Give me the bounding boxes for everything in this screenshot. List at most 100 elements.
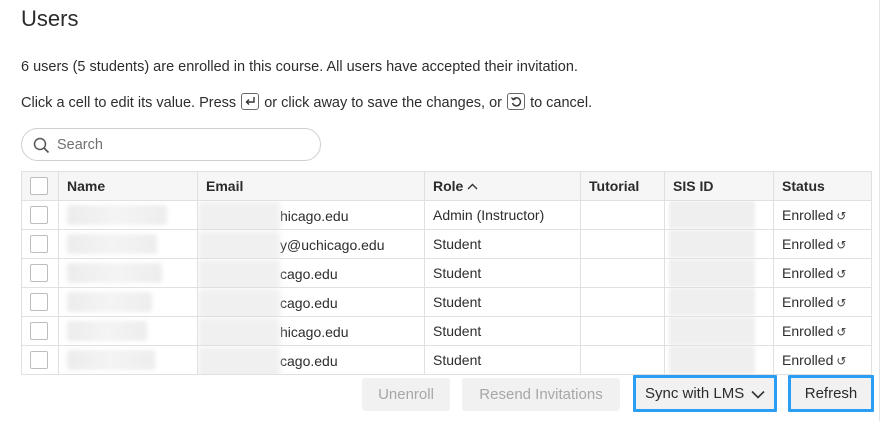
redacted-sis-id <box>669 346 755 374</box>
redacted-sis-id <box>669 259 755 287</box>
row-checkbox[interactable] <box>30 235 48 254</box>
redacted-email <box>198 230 280 258</box>
users-panel: Users 6 users (5 students) are enrolled … <box>0 0 880 421</box>
sync-status-icon: ↺ <box>836 354 847 368</box>
redacted-name <box>67 205 167 225</box>
name-cell[interactable] <box>58 258 198 288</box>
status-cell[interactable]: Enrolled ↺ <box>773 229 872 259</box>
sync-status-icon: ↺ <box>836 238 847 252</box>
search-input[interactable] <box>57 135 307 155</box>
sis-id-cell[interactable] <box>664 229 774 259</box>
role-cell[interactable]: Student <box>424 287 581 317</box>
column-header-name[interactable]: Name <box>58 171 198 201</box>
column-header-sis-id[interactable]: SIS ID <box>664 171 774 201</box>
name-cell[interactable] <box>58 316 198 346</box>
redacted-sis-id <box>669 201 755 229</box>
row-select-cell[interactable] <box>21 229 59 259</box>
email-value: hicago.edu <box>198 317 349 345</box>
role-cell[interactable]: Student <box>424 258 581 288</box>
email-cell[interactable]: y@uchicago.edu <box>197 229 425 259</box>
sync-with-lms-button[interactable]: Sync with LMS <box>633 375 777 412</box>
status-cell[interactable]: Enrolled ↺ <box>773 316 872 346</box>
name-cell[interactable] <box>58 200 198 230</box>
table-row[interactable]: cago.edu Student Enrolled ↺ <box>21 345 872 375</box>
email-value: cago.edu <box>198 346 338 374</box>
sis-id-cell[interactable] <box>664 316 774 346</box>
email-cell[interactable]: cago.edu <box>197 345 425 375</box>
row-select-cell[interactable] <box>21 316 59 346</box>
sync-with-lms-label: Sync with LMS <box>645 385 745 402</box>
select-all-cell[interactable] <box>21 171 59 201</box>
redacted-email <box>198 201 280 229</box>
redacted-name <box>67 292 152 312</box>
role-cell[interactable]: Student <box>424 345 581 375</box>
tutorial-cell[interactable] <box>580 200 665 230</box>
row-select-cell[interactable] <box>21 345 59 375</box>
table-header-row: Name Email Role Tutorial SIS ID Status <box>21 171 872 201</box>
row-checkbox[interactable] <box>30 264 48 283</box>
row-checkbox[interactable] <box>30 206 48 225</box>
table-row[interactable]: cago.edu Student Enrolled ↺ <box>21 287 872 317</box>
row-checkbox[interactable] <box>30 293 48 312</box>
tutorial-cell[interactable] <box>580 258 665 288</box>
row-select-cell[interactable] <box>21 200 59 230</box>
unenroll-button[interactable]: Unenroll <box>362 378 450 411</box>
role-cell[interactable]: Student <box>424 316 581 346</box>
redacted-name <box>67 321 147 341</box>
redacted-email <box>198 259 280 287</box>
refresh-button[interactable]: Refresh <box>788 375 874 412</box>
table-row[interactable]: hicago.edu Admin (Instructor) Enrolled ↺ <box>21 200 872 230</box>
name-cell[interactable] <box>58 287 198 317</box>
status-cell[interactable]: Enrolled ↺ <box>773 287 872 317</box>
tutorial-cell[interactable] <box>580 316 665 346</box>
name-cell[interactable] <box>58 345 198 375</box>
email-cell[interactable]: cago.edu <box>197 287 425 317</box>
email-value: cago.edu <box>198 288 338 316</box>
status-cell[interactable]: Enrolled ↺ <box>773 200 872 230</box>
email-cell[interactable]: hicago.edu <box>197 316 425 346</box>
row-select-cell[interactable] <box>21 258 59 288</box>
role-cell[interactable]: Student <box>424 229 581 259</box>
status-cell[interactable]: Enrolled ↺ <box>773 345 872 375</box>
sis-id-cell[interactable] <box>664 258 774 288</box>
sis-id-cell[interactable] <box>664 345 774 375</box>
sis-id-cell[interactable] <box>664 200 774 230</box>
status-text: Enrolled <box>782 207 834 223</box>
redacted-sis-id <box>669 317 755 345</box>
page-title: Users <box>21 6 79 31</box>
table-row[interactable]: y@uchicago.edu Student Enrolled ↺ <box>21 229 872 259</box>
email-cell[interactable]: hicago.edu <box>197 200 425 230</box>
instructions-text-2: or click away to save the changes, or <box>264 95 502 111</box>
enrollment-summary: 6 users (5 students) are enrolled in thi… <box>21 59 578 75</box>
undo-key-icon <box>507 93 526 110</box>
table-row[interactable]: cago.edu Student Enrolled ↺ <box>21 258 872 288</box>
name-cell[interactable] <box>58 229 198 259</box>
tutorial-cell[interactable] <box>580 229 665 259</box>
table-row[interactable]: hicago.edu Student Enrolled ↺ <box>21 316 872 346</box>
sort-ascending-icon <box>467 183 478 190</box>
select-all-checkbox[interactable] <box>30 177 48 196</box>
column-header-role[interactable]: Role <box>424 171 581 201</box>
status-text: Enrolled <box>782 294 834 310</box>
column-header-email[interactable]: Email <box>197 171 425 201</box>
chevron-down-icon <box>751 390 765 399</box>
status-cell[interactable]: Enrolled ↺ <box>773 258 872 288</box>
resend-invitations-button[interactable]: Resend Invitations <box>462 378 620 411</box>
email-cell[interactable]: cago.edu <box>197 258 425 288</box>
sis-id-cell[interactable] <box>664 287 774 317</box>
status-text: Enrolled <box>782 265 834 281</box>
sync-status-icon: ↺ <box>836 209 847 223</box>
row-select-cell[interactable] <box>21 287 59 317</box>
column-header-status[interactable]: Status <box>773 171 872 201</box>
row-checkbox[interactable] <box>30 351 48 370</box>
enter-key-icon <box>241 93 260 110</box>
column-header-tutorial[interactable]: Tutorial <box>580 171 665 201</box>
search-box[interactable] <box>21 128 321 161</box>
tutorial-cell[interactable] <box>580 287 665 317</box>
redacted-email <box>198 288 280 316</box>
sync-status-icon: ↺ <box>836 325 847 339</box>
row-checkbox[interactable] <box>30 322 48 341</box>
tutorial-cell[interactable] <box>580 345 665 375</box>
role-cell[interactable]: Admin (Instructor) <box>424 200 581 230</box>
instructions-text-3: to cancel. <box>530 95 593 111</box>
